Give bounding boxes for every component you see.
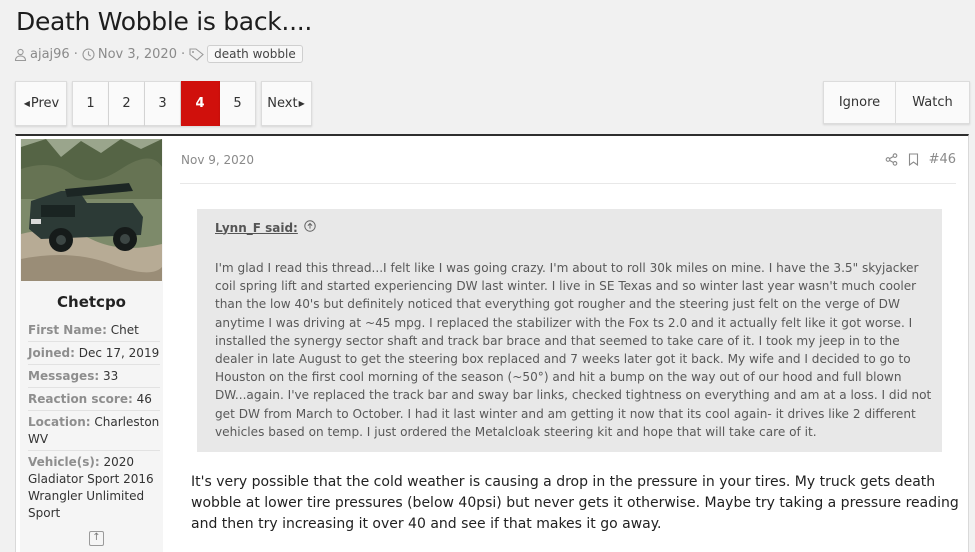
- divider: [180, 183, 956, 184]
- user-icon: [14, 48, 27, 61]
- tag-icon: [189, 47, 205, 61]
- stat-label: First Name:: [28, 323, 107, 337]
- meta-separator: ·: [73, 46, 78, 62]
- stat-value: 46: [136, 392, 152, 406]
- next-page-button[interactable]: Next ▶: [261, 81, 312, 126]
- user-stat-location: Location: Charleston WV: [28, 411, 160, 451]
- user-stat-first-name: First Name: Chet: [28, 319, 160, 342]
- ignore-button[interactable]: Ignore: [824, 82, 896, 123]
- prev-page-button[interactable]: ◀ Prev: [15, 81, 67, 126]
- thread-title: Death Wobble is back....: [16, 7, 313, 36]
- stat-value[interactable]: 33: [103, 369, 118, 383]
- page-link-current[interactable]: 4: [181, 81, 220, 126]
- bookmark-icon[interactable]: [908, 153, 919, 166]
- thread-date-text[interactable]: Nov 3, 2020: [98, 47, 177, 62]
- chevron-right-icon: ▶: [298, 99, 305, 108]
- stat-value: Chet: [110, 323, 139, 337]
- quote-header[interactable]: Lynn_F said:: [215, 220, 316, 235]
- avatar[interactable]: [21, 139, 162, 281]
- chevron-left-icon: ◀: [23, 99, 30, 108]
- thread-author-name[interactable]: ajaj96: [30, 47, 70, 62]
- thread-author[interactable]: ajaj96: [14, 47, 70, 62]
- page-link-2[interactable]: 2: [109, 81, 145, 126]
- post: Chetcpo First Name: Chet Joined: Dec 17,…: [15, 134, 969, 552]
- user-stat-messages: Messages: 33: [28, 365, 160, 388]
- thread-date[interactable]: Nov 3, 2020: [82, 47, 177, 62]
- post-username[interactable]: Chetcpo: [20, 293, 163, 311]
- arrow-up-icon[interactable]: [304, 220, 316, 235]
- stat-label: Joined:: [28, 346, 75, 360]
- stat-label: Vehicle(s):: [28, 455, 100, 469]
- stat-label: Reaction score:: [28, 392, 133, 406]
- quote-text: I'm glad I read this thread...I felt lik…: [215, 261, 932, 439]
- thread-actions: Ignore Watch: [823, 81, 970, 124]
- quote-author[interactable]: Lynn_F said:: [215, 221, 298, 235]
- page-link-1[interactable]: 1: [72, 81, 109, 126]
- user-stat-reaction-score: Reaction score: 46: [28, 388, 160, 411]
- watch-button[interactable]: Watch: [896, 82, 969, 123]
- user-stats: First Name: Chet Joined: Dec 17, 2019 Me…: [28, 319, 160, 524]
- thread-meta: ajaj96 · Nov 3, 2020 · death wobble: [14, 44, 303, 64]
- share-icon[interactable]: [885, 153, 898, 166]
- stat-label: Messages:: [28, 369, 100, 383]
- arrow-up-icon[interactable]: ↑: [89, 531, 104, 546]
- thread-tag[interactable]: death wobble: [207, 45, 303, 63]
- page-link-3[interactable]: 3: [145, 81, 181, 126]
- prev-page-label: Prev: [30, 96, 60, 111]
- post-body: It's very possible that the cold weather…: [191, 474, 959, 532]
- stat-label: Location:: [28, 415, 91, 429]
- post-date[interactable]: Nov 9, 2020: [181, 153, 254, 167]
- post-number[interactable]: #46: [929, 152, 956, 167]
- next-page-label: Next: [267, 96, 298, 111]
- user-stat-joined: Joined: Dec 17, 2019: [28, 342, 160, 365]
- page-link-5[interactable]: 5: [220, 81, 256, 126]
- clock-icon: [82, 47, 95, 61]
- user-stat-vehicles: Vehicle(s): 2020 Gladiator Sport 2016 Wr…: [28, 451, 160, 524]
- post-tools: #46: [885, 152, 956, 167]
- quote-block: Lynn_F said: I'm glad I read this thread…: [197, 209, 942, 452]
- meta-separator: ·: [180, 46, 186, 62]
- post-user-column: Chetcpo First Name: Chet Joined: Dec 17,…: [20, 139, 163, 552]
- pagination: ◀ Prev 1 2 3 4 5 Next ▶: [15, 81, 312, 126]
- stat-value: Dec 17, 2019: [78, 346, 160, 360]
